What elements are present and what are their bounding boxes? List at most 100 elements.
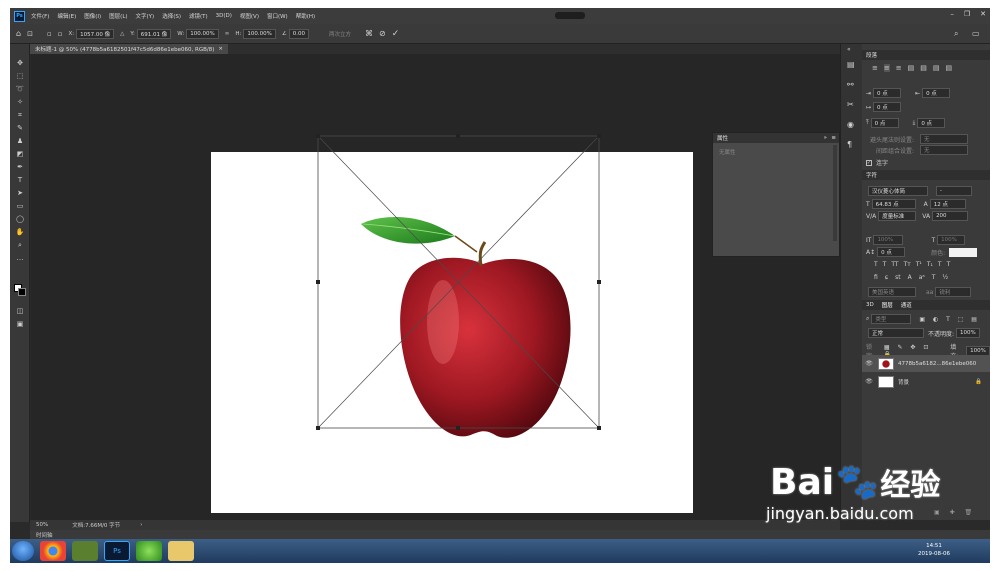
lasso-tool-icon[interactable]: ➰: [14, 84, 26, 94]
transform-bounding-box[interactable]: [31, 54, 840, 520]
menu-view[interactable]: 视图(V): [240, 12, 259, 20]
transform-tool-icon[interactable]: ⊡: [27, 30, 33, 38]
layer-row[interactable]: 👁 背景 🔒: [862, 373, 990, 390]
layer-filter-select[interactable]: 类型: [871, 314, 912, 324]
navigator-icon[interactable]: ◉: [847, 120, 854, 129]
restore-icon[interactable]: ❐: [964, 10, 970, 18]
cancel-icon[interactable]: ⊘: [379, 29, 386, 38]
spacing-select[interactable]: 无: [920, 145, 969, 155]
stylistic-icon[interactable]: st: [895, 274, 900, 281]
justify-all-icon[interactable]: ▤: [946, 64, 953, 72]
kerning-select[interactable]: 度量标准: [878, 211, 917, 221]
font-family-select[interactable]: 汉仪菱心体简: [868, 186, 928, 196]
tab-layers[interactable]: 图层: [882, 301, 893, 309]
ordinal-icon[interactable]: aᵃ: [919, 274, 925, 281]
x-input[interactable]: 1057.00 像: [76, 28, 115, 39]
titling-icon[interactable]: A: [908, 274, 912, 281]
strip-collapse-icon[interactable]: «: [847, 46, 851, 53]
screen-mode-icon[interactable]: ▣: [14, 319, 26, 329]
menu-type[interactable]: 文字(Y): [136, 12, 155, 20]
faux-bold-icon[interactable]: T: [874, 261, 878, 268]
stamp-tool-icon[interactable]: ♟: [14, 136, 26, 146]
close-icon[interactable]: ✕: [980, 10, 986, 18]
align-center-icon[interactable]: ≡: [883, 64, 890, 72]
layer-row[interactable]: 👁 4778b5a6182...86e1ebe060: [862, 355, 990, 372]
superscript-icon[interactable]: T¹: [916, 261, 922, 268]
hand-tool-icon[interactable]: ✋: [14, 227, 26, 237]
space-after-input[interactable]: 0 点: [917, 118, 946, 128]
workspace-icon[interactable]: ▭: [972, 29, 980, 38]
eraser-tool-icon[interactable]: ◩: [14, 149, 26, 159]
font-style-select[interactable]: -: [936, 186, 972, 196]
vscale-input[interactable]: 100%: [873, 235, 904, 245]
angle-input[interactable]: 0.00: [288, 28, 310, 39]
interpolation-select[interactable]: 两次立方: [329, 30, 351, 38]
canvas-area[interactable]: [31, 54, 840, 520]
menu-image[interactable]: 图像(I): [84, 12, 101, 20]
h-input[interactable]: 100.00%: [243, 28, 276, 39]
fraction-icon[interactable]: T: [932, 274, 936, 281]
subscript-icon[interactable]: T₁: [927, 261, 933, 268]
document-info[interactable]: 文档:7.66M/0 字节: [72, 521, 120, 529]
underline-icon[interactable]: T: [938, 261, 942, 268]
language-select[interactable]: 美国英语: [868, 287, 916, 297]
minimize-icon[interactable]: –: [950, 10, 954, 18]
quick-mask-icon[interactable]: ◫: [14, 306, 26, 316]
home-icon[interactable]: ⌂: [16, 29, 21, 38]
ellipse-tool-icon[interactable]: ◯: [14, 214, 26, 224]
minecraft-icon[interactable]: [72, 541, 98, 561]
opacity-input[interactable]: 100%: [956, 328, 981, 338]
indent-right-input[interactable]: 0 点: [922, 88, 951, 98]
faux-italic-icon[interactable]: T: [883, 261, 887, 268]
menu-help[interactable]: 帮助(H): [296, 12, 315, 20]
leading-input[interactable]: 12 点: [929, 199, 966, 209]
strikethrough-icon[interactable]: T: [947, 261, 951, 268]
small-caps-icon[interactable]: Tт: [904, 261, 911, 268]
properties-scrollbar[interactable]: [833, 145, 837, 241]
panel-menu-icon[interactable]: ≡: [831, 135, 836, 141]
magic-wand-tool-icon[interactable]: ✧: [14, 97, 26, 107]
shape-tool-icon[interactable]: ▭: [14, 201, 26, 211]
menu-3d[interactable]: 3D(D): [216, 13, 232, 19]
hscale-input[interactable]: 100%: [937, 235, 966, 245]
ornament-icon[interactable]: ½: [942, 274, 948, 281]
menu-layer[interactable]: 图层(L): [109, 12, 127, 20]
path-select-tool-icon[interactable]: ➤: [14, 188, 26, 198]
font-size-input[interactable]: 64.83 点: [871, 199, 916, 209]
indent-first-input[interactable]: 0 点: [873, 102, 902, 112]
eye-icon[interactable]: 👁: [864, 360, 874, 367]
tab-channels[interactable]: 通道: [901, 301, 912, 309]
avoid-select[interactable]: 无: [920, 134, 969, 144]
status-arrow-icon[interactable]: ›: [140, 522, 142, 528]
menu-select[interactable]: 选择(S): [162, 12, 181, 20]
commit-icon[interactable]: ✓: [392, 29, 400, 39]
align-left-icon[interactable]: ≡: [872, 64, 878, 72]
text-color-swatch[interactable]: [949, 247, 978, 257]
pen-tool-icon[interactable]: ✒: [14, 162, 26, 172]
justify-right-icon[interactable]: ▤: [933, 64, 940, 72]
history-icon[interactable]: ▤: [847, 60, 855, 69]
tracking-input[interactable]: 200: [932, 211, 969, 221]
reference-point-icon[interactable]: ▫: [47, 30, 52, 38]
warp-icon[interactable]: ⌘: [365, 29, 373, 38]
filter-icons[interactable]: ▣ ◐ T ⬚ ▤: [919, 316, 980, 323]
ligature-icon[interactable]: fi: [874, 274, 878, 281]
adjust-icon[interactable]: ⚯: [847, 80, 854, 89]
hyphen-checkbox[interactable]: ✓: [866, 159, 872, 166]
aa-select[interactable]: 锐利: [935, 287, 972, 297]
menu-window[interactable]: 窗口(W): [267, 12, 288, 20]
eye-icon[interactable]: 👁: [864, 378, 874, 385]
panel-collapse-icon[interactable]: »: [824, 135, 827, 141]
tab-3d[interactable]: 3D: [866, 302, 874, 308]
link-icon[interactable]: ∞: [225, 31, 230, 37]
all-caps-icon[interactable]: TT: [891, 261, 898, 268]
baseline-input[interactable]: 0 点: [877, 247, 906, 257]
delta-icon[interactable]: △: [120, 31, 124, 37]
reference-toggle-icon[interactable]: ▫: [58, 30, 63, 38]
document-tab[interactable]: 未标题-1 @ 50% (4778b5a6182501f47c5d6d86e1e…: [30, 44, 228, 54]
space-before-input[interactable]: 0 点: [870, 118, 899, 128]
paragraph-icon[interactable]: ¶: [847, 140, 852, 149]
explorer-icon[interactable]: [168, 541, 194, 561]
brush-tool-icon[interactable]: ✎: [14, 123, 26, 133]
marquee-tool-icon[interactable]: ⬚: [14, 71, 26, 81]
